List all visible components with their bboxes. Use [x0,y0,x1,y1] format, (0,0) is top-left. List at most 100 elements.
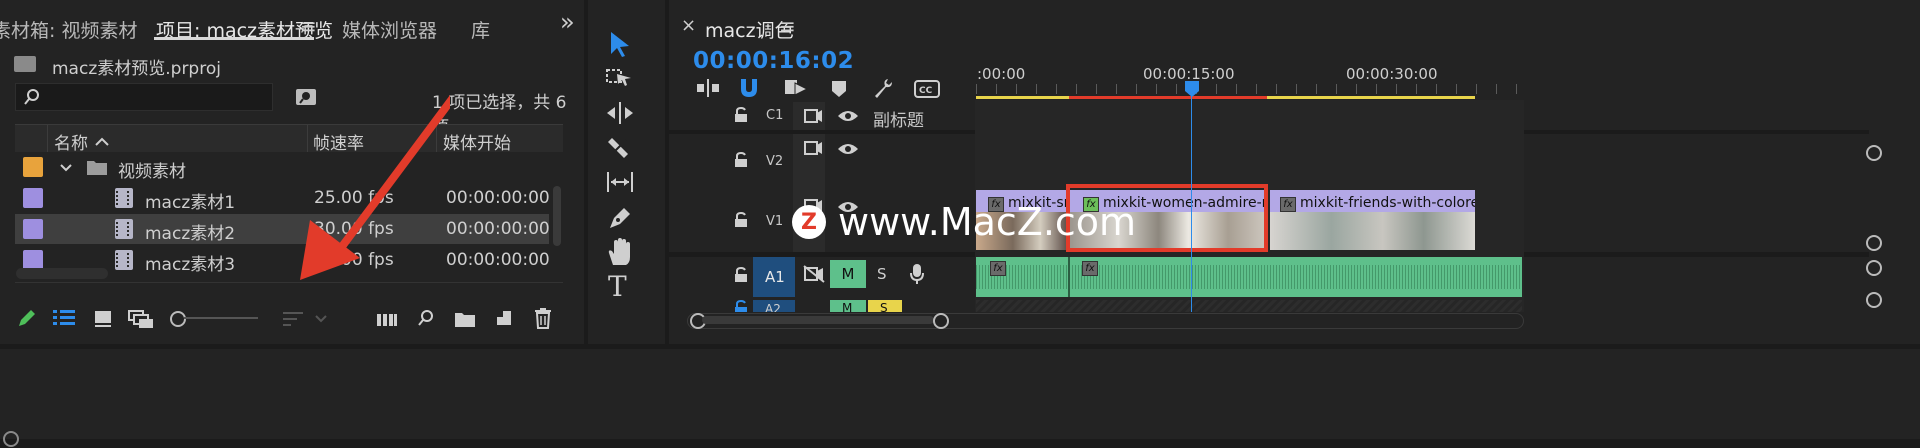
pen-icon[interactable] [16,307,38,329]
lock-icon[interactable] [734,267,748,283]
v-scroll-handle-bottom[interactable] [1866,292,1882,308]
linked-selection-icon[interactable] [783,77,809,99]
tab-menu-icon[interactable]: ≡ [300,14,317,38]
solo-button[interactable]: S [877,265,887,283]
hand-tool-icon[interactable] [606,237,634,267]
track-name-a1: A1 [765,268,785,286]
chevron-down-icon[interactable] [59,163,73,173]
clip-label: fxmixkit-friends-with-colored-sm [1280,195,1475,212]
render-bar-yellow [976,96,1069,99]
list-item-selected[interactable]: macz素材2 30.00 fps 00:00:00:00 [15,214,550,244]
watermark-text: www.MacZ.com [838,200,1137,244]
track-name-v1: V1 [766,214,784,229]
mute-label: M [841,265,855,283]
v-scroll-handle-top[interactable] [1866,145,1882,161]
render-bar-yellow [1267,96,1475,99]
label-color-swatch[interactable] [23,250,43,270]
wrench-icon[interactable] [871,76,895,100]
zoom-handle-right[interactable] [933,313,949,329]
video-clip[interactable]: fxmixkit-friends-with-colored-sm [1270,190,1475,250]
selection-tool-icon[interactable] [607,30,633,58]
caption-track-title: 副标题 [873,111,924,131]
clip-name: macz素材3 [145,255,236,275]
watermark-logo: Z [792,205,826,239]
eye-icon[interactable] [837,109,859,123]
vertical-scrollbar[interactable] [553,186,561,246]
marker-icon[interactable] [830,79,848,99]
sync-lock-icon[interactable] [803,140,823,156]
clip-edit-point[interactable] [1068,257,1070,297]
clip-name: macz素材1 [145,193,236,213]
list-item[interactable]: macz素材1 25.00 fps 00:00:00:00 [15,183,555,213]
freeform-view-icon[interactable] [128,309,154,329]
label-color-swatch[interactable] [23,157,43,177]
playhead-marker[interactable] [1184,80,1200,98]
audio-clip[interactable]: fx fx [976,257,1522,297]
zoom-slider[interactable] [170,311,258,327]
solo-button[interactable]: S [868,300,902,312]
horizontal-scrollbar[interactable] [16,268,108,279]
label-color-swatch[interactable] [23,188,43,208]
find-icon[interactable] [416,308,436,328]
label-color-swatch[interactable] [23,219,43,239]
column-name[interactable]: 名称 [54,129,88,154]
fx-badge: fx [990,261,1006,276]
lock-icon[interactable] [734,300,748,312]
type-tool-icon[interactable]: T [608,270,627,303]
eye-icon[interactable] [837,142,859,156]
lock-icon[interactable] [734,107,748,123]
fx-badge: fx [1280,197,1296,212]
snap-icon[interactable] [737,77,761,99]
sequence-menu-icon[interactable]: ≡ [779,14,796,38]
ruler-label: :00:00 [977,65,1026,83]
tab-bin-video[interactable]: 素材箱: 视频素材 [0,16,137,43]
icon-view-icon[interactable] [93,309,113,329]
v-scroll-handle-top[interactable] [1866,260,1882,276]
tab-library[interactable]: 库 [471,16,490,43]
tab-media-browser[interactable]: 媒体浏览器 [342,16,437,43]
track-name-a2: A2 [765,302,781,312]
lock-icon[interactable] [734,212,748,228]
sort-ascending-icon[interactable] [94,136,110,146]
mute-button[interactable]: M [830,300,866,312]
pen-tool-icon[interactable] [606,204,634,232]
sync-lock-icon[interactable] [803,265,825,283]
slip-tool-icon[interactable] [605,170,635,194]
status-indicator-icon[interactable] [2,430,20,448]
time-ruler[interactable] [976,84,1521,94]
track-select-forward-icon[interactable] [605,66,635,90]
panel-overflow-icon[interactable]: » [560,8,575,36]
sync-lock-icon[interactable] [803,108,823,124]
playhead-timecode[interactable]: 00:00:16:02 [693,48,854,74]
mic-icon[interactable] [909,263,925,285]
track-name-v2: V2 [766,154,784,169]
trash-icon[interactable] [533,307,553,329]
active-tab-underline [154,37,314,40]
list-view-icon[interactable] [52,308,76,328]
timeline-zoom-scrollbar[interactable] [687,313,1524,329]
close-sequence-button[interactable]: × [681,15,696,36]
search-icon [24,89,39,105]
nest-insert-icon[interactable] [695,78,721,98]
razor-icon[interactable] [606,134,634,162]
mute-button[interactable]: M [830,260,866,288]
captions-icon[interactable]: CC [914,80,940,98]
zoom-slider-handle[interactable] [170,311,186,327]
clip-start: 00:00:00:00 [446,219,550,239]
ripple-edit-icon[interactable] [605,100,635,126]
render-bar-red [1069,96,1267,99]
lock-icon[interactable] [734,152,748,168]
automate-to-sequence-icon[interactable] [376,310,398,328]
sort-icon[interactable] [282,310,304,328]
zoom-range[interactable] [702,316,934,324]
v-scroll-handle-bottom[interactable] [1866,235,1882,251]
search-input[interactable] [15,83,273,111]
track-target-a2[interactable]: A2 [753,300,795,312]
column-media-start[interactable]: 媒体开始 [443,129,511,154]
chevron-down-icon[interactable] [315,315,327,323]
new-bin-icon[interactable] [454,310,476,328]
clip-thumbnail [1270,212,1475,250]
watermark: Z www.MacZ.com [792,200,1136,244]
list-item[interactable]: 视频素材 [15,152,563,182]
new-item-icon[interactable] [494,308,514,328]
